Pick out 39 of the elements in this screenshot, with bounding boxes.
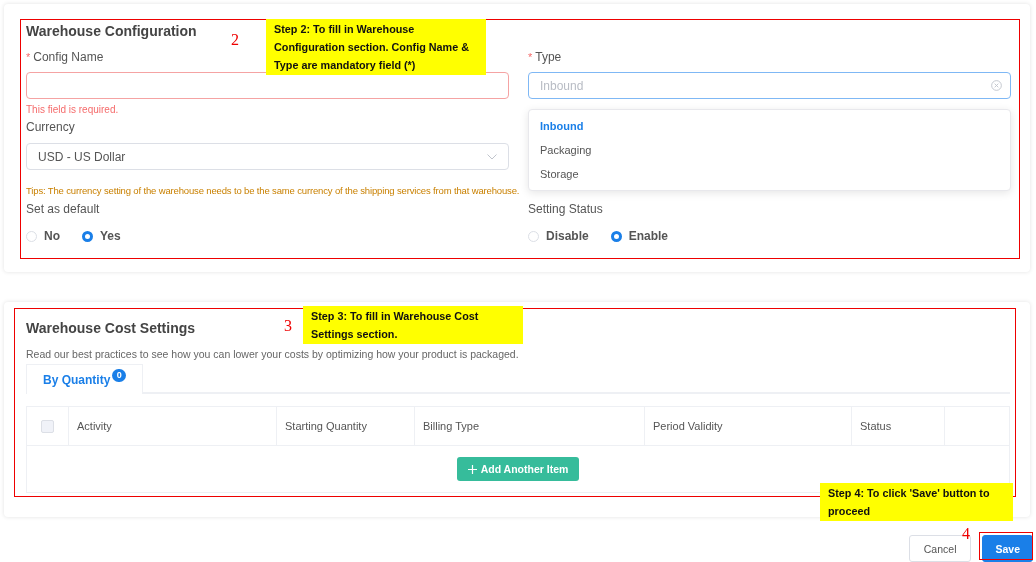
radio-option[interactable]: Yes (82, 229, 121, 243)
tips-text: Tips: The currency setting of the warehouse needs to be the same currency of the shipping services from that warehouse. (26, 184, 520, 198)
field-label: Setting Status (528, 201, 603, 217)
field-label: Type (535, 49, 562, 65)
error-message: This field is required. (26, 104, 119, 116)
required-mark: * (528, 51, 533, 63)
annotation-callout: Step 4: To click 'Save' button to proceed (820, 483, 1013, 521)
count-badge: 0 (112, 369, 127, 382)
field-label: Config Name (33, 49, 104, 65)
dropdown-option[interactable]: Packaging (529, 138, 1010, 162)
column-header: Status (860, 420, 892, 432)
radio-option[interactable]: Disable (528, 229, 589, 243)
tab[interactable]: By Quantity 0 (26, 364, 144, 394)
select-field[interactable]: Inbound (528, 72, 1011, 99)
column-header: Starting Quantity (285, 420, 367, 432)
column-header: Period Validity (653, 420, 723, 432)
step-number: 3 (284, 317, 292, 335)
caret-icon (487, 153, 497, 160)
step-number: 2 (231, 31, 239, 49)
dropdown-option[interactable]: Storage (529, 162, 1010, 186)
plus-icon (467, 464, 477, 474)
required-mark: * (26, 51, 31, 63)
section-title: Warehouse Cost Settings (26, 320, 196, 336)
section-title: Warehouse Configuration (26, 23, 197, 39)
annotation-frame (979, 532, 1033, 560)
radio-option[interactable]: Enable (610, 229, 669, 243)
field-label: Set as default (26, 201, 100, 217)
clear-icon[interactable] (991, 80, 1002, 91)
annotation-callout: Step 2: To fill in Warehouse Configuration section. Config Name & Type are mandatory field (*) (266, 19, 486, 75)
dropdown-option[interactable]: Inbound (529, 114, 1010, 138)
radio-option[interactable]: No (26, 229, 60, 243)
select-field[interactable]: USD - US Dollar (26, 143, 509, 170)
checkbox[interactable] (41, 419, 54, 433)
column-header: Activity (77, 420, 112, 432)
input-field[interactable] (26, 72, 509, 99)
column-header: Billing Type (423, 420, 480, 432)
field-label: Currency (26, 119, 75, 135)
annotation-callout: Step 3: To fill in Warehouse Cost Settings section. (303, 306, 523, 344)
description-text: Read our best practices to see how you can lower your costs by optimizing how your product is packaged. (26, 347, 519, 361)
